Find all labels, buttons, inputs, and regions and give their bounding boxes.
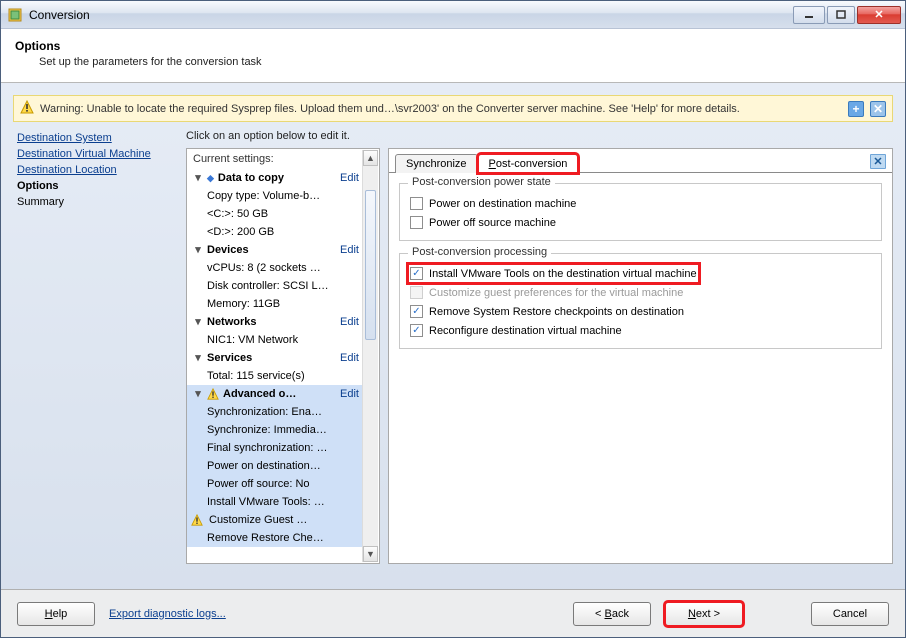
warning-icon (207, 388, 219, 400)
nav-summary: Summary (17, 194, 174, 210)
tree-item[interactable]: <C:>: 50 GB (187, 205, 363, 223)
edit-link[interactable]: Edit (340, 350, 359, 366)
warning-expand-button[interactable]: + (848, 101, 864, 117)
wizard-steps-nav: Destination System Destination Virtual M… (13, 128, 178, 564)
checkbox-power-on-destination[interactable]: Power on destination machine (408, 194, 873, 213)
checkbox-power-off-source[interactable]: Power off source machine (408, 213, 873, 232)
nav-options: Options (17, 178, 174, 194)
edit-link[interactable]: Edit (340, 386, 359, 402)
settings-tree[interactable]: ▾ ◆ Data to copy Edit Copy type: Volume-… (187, 169, 363, 563)
back-button[interactable]: < Back (573, 602, 651, 626)
nav-destination-system[interactable]: Destination System (17, 130, 174, 146)
wizard-footer: Help Export diagnostic logs... < Back Ne… (1, 589, 905, 637)
tree-item[interactable]: Power off source: No (187, 475, 363, 493)
option-editor-panel: Synchronize Post-conversion ✕ Post-conve… (388, 148, 893, 564)
minimize-button[interactable] (793, 6, 825, 24)
tree-item[interactable]: Total: 115 service(s) (187, 367, 363, 385)
tree-item[interactable]: Copy type: Volume-b… (187, 187, 363, 205)
edit-link[interactable]: Edit (340, 314, 359, 330)
current-settings-panel: Current settings: ▾ ◆ Data to copy Edit … (186, 148, 380, 564)
wizard-header: Options Set up the parameters for the co… (1, 29, 905, 83)
titlebar: Conversion ✕ (1, 1, 905, 29)
warning-icon (191, 514, 203, 526)
tree-item[interactable]: Synchronization: Ena… (187, 403, 363, 421)
checkbox-icon[interactable] (410, 197, 423, 210)
window-title: Conversion (29, 8, 793, 22)
tree-item[interactable]: Power on destination… (187, 457, 363, 475)
nav-destination-location[interactable]: Destination Location (17, 162, 174, 178)
expand-icon: ▾ (193, 242, 203, 258)
tree-item[interactable]: Memory: 11GB (187, 295, 363, 313)
tree-item[interactable]: Final synchronization: … (187, 439, 363, 457)
nav-destination-vm[interactable]: Destination Virtual Machine (17, 146, 174, 162)
cancel-button[interactable]: Cancel (811, 602, 889, 626)
tree-item[interactable]: Synchronize: Immedia… (187, 421, 363, 439)
tree-item[interactable]: Customize Guest … (187, 511, 363, 529)
scroll-thumb[interactable] (365, 190, 376, 340)
expand-icon: ▾ (193, 350, 203, 366)
tree-item[interactable]: NIC1: VM Network (187, 331, 363, 349)
group-devices[interactable]: ▾ Devices Edit (187, 241, 363, 259)
tree-item[interactable]: Disk controller: SCSI L… (187, 277, 363, 295)
tabs: Synchronize Post-conversion ✕ (389, 149, 892, 173)
fieldset-legend: Post-conversion power state (408, 176, 555, 188)
checkbox-remove-restore[interactable]: Remove System Restore checkpoints on des… (408, 302, 873, 321)
edit-link[interactable]: Edit (340, 242, 359, 258)
checkbox-icon (410, 286, 423, 299)
export-logs-link[interactable]: Export diagnostic logs... (109, 608, 226, 620)
tree-item[interactable]: Install VMware Tools: … (187, 493, 363, 511)
checkbox-reconfigure-destination[interactable]: Reconfigure destination virtual machine (408, 321, 873, 340)
fieldset-power-state: Post-conversion power state Power on des… (399, 183, 882, 241)
conversion-window: Conversion ✕ Options Set up the paramete… (0, 0, 906, 638)
expand-icon: ▾ (193, 170, 203, 186)
page-subtitle: Set up the parameters for the conversion… (39, 56, 891, 68)
checkbox-icon[interactable] (410, 216, 423, 229)
group-data-to-copy[interactable]: ▾ ◆ Data to copy Edit (187, 169, 363, 187)
checkbox-icon[interactable] (410, 267, 423, 280)
scroll-down-icon[interactable]: ▼ (363, 546, 378, 562)
checkbox-install-vmware-tools[interactable]: Install VMware Tools on the destination … (408, 264, 699, 283)
expand-icon: ▾ (193, 386, 203, 402)
checkbox-icon[interactable] (410, 305, 423, 318)
current-settings-title: Current settings: (187, 149, 379, 169)
tab-post-conversion[interactable]: Post-conversion (478, 154, 579, 173)
scroll-up-icon[interactable]: ▲ (363, 150, 378, 166)
checkbox-icon[interactable] (410, 324, 423, 337)
tree-item[interactable]: <D:>: 200 GB (187, 223, 363, 241)
scrollbar[interactable]: ▲ ▼ (362, 150, 378, 562)
group-networks[interactable]: ▾ Networks Edit (187, 313, 363, 331)
app-icon (7, 7, 23, 23)
help-button[interactable]: Help (17, 602, 95, 626)
group-advanced-options[interactable]: ▾ Advanced o… Edit (187, 385, 363, 403)
tree-item[interactable]: vCPUs: 8 (2 sockets … (187, 259, 363, 277)
fieldset-processing: Post-conversion processing Install VMwar… (399, 253, 882, 349)
group-services[interactable]: ▾ Services Edit (187, 349, 363, 367)
tree-item[interactable]: Remove Restore Che… (187, 529, 363, 547)
warning-icon (20, 100, 34, 117)
checkbox-customize-guest: Customize guest preferences for the virt… (408, 283, 873, 302)
warning-close-button[interactable]: ✕ (870, 101, 886, 117)
tab-synchronize[interactable]: Synchronize (395, 154, 478, 173)
warning-bar: Warning: Unable to locate the required S… (13, 95, 893, 122)
edit-link[interactable]: Edit (340, 170, 359, 186)
window-close-button[interactable]: ✕ (857, 6, 901, 24)
panel-close-button[interactable]: ✕ (870, 154, 886, 169)
expand-icon: ▾ (193, 314, 203, 330)
warning-text: Warning: Unable to locate the required S… (40, 103, 842, 115)
hint-text: Click on an option below to edit it. (186, 130, 893, 142)
maximize-button[interactable] (827, 6, 855, 24)
fieldset-legend: Post-conversion processing (408, 246, 551, 258)
page-title: Options (15, 39, 891, 53)
diamond-icon: ◆ (207, 170, 214, 186)
tab-label: Post-conversion (489, 158, 568, 170)
next-button[interactable]: Next > (665, 602, 743, 626)
